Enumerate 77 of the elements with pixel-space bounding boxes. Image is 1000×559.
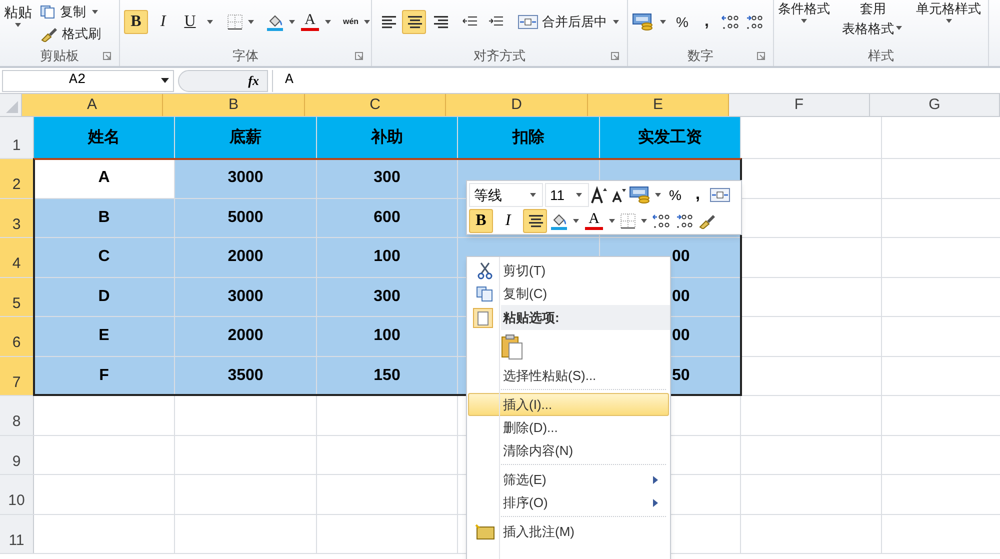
group-label: 对齐方式 [474,47,526,66]
row-header[interactable]: 10 [0,475,34,514]
format-painter-button[interactable]: 格式刷 [40,24,101,44]
table-format-button[interactable]: 表格格式 [842,18,904,38]
insert-function-button[interactable]: fx [178,70,268,92]
italic-button[interactable]: I [496,209,520,233]
font-name-field[interactable]: 等线 [469,183,543,207]
menu-item[interactable]: 插入批注(M) [468,520,669,543]
menu-section-header: 粘贴选项: [501,305,670,330]
table-cell: 2000 [175,317,317,356]
row-header[interactable]: 3 [0,198,34,237]
row-header[interactable]: 11 [0,514,34,553]
row-header[interactable]: 4 [0,238,34,276]
table-cell: 100 [317,238,458,276]
table-cell: 扣除 [458,117,600,158]
italic-button[interactable]: I [151,10,175,34]
font-color-button[interactable]: A [584,212,604,230]
phonetic-button[interactable]: wén [343,18,359,26]
comma-button[interactable]: , [696,10,717,34]
table-cell: 实发工资 [600,117,741,158]
percent-button[interactable]: % [665,184,686,206]
table-cell: 5000 [175,198,317,237]
menu-item[interactable]: 清除内容(N) [468,439,669,462]
table-cell: 300 [317,278,458,316]
bold-button[interactable]: B [469,209,493,233]
table-cell: 100 [317,317,458,356]
column-header[interactable]: B [163,94,305,116]
font-color-button[interactable]: A [300,13,320,31]
table-cell: F [34,356,175,395]
table-cell: 姓名 [34,117,175,158]
merge-center-button[interactable]: 合并后居中 [518,12,621,32]
column-header[interactable]: D [446,94,588,116]
font-size-field[interactable]: 11 [545,183,589,207]
table-cell: 3000 [175,278,317,316]
group-label: 字体 [232,47,258,66]
cell-styles-button[interactable]: 单元格样式 [916,0,981,22]
table-cell: B [34,198,175,237]
row-header[interactable]: 5 [0,278,34,316]
table-cell: 150 [317,356,458,395]
row-header[interactable]: 8 [0,396,34,434]
table-cell: 2000 [175,238,317,276]
column-header[interactable]: C [305,94,446,116]
table-format-label[interactable]: 套用 [860,0,886,18]
column-header[interactable]: F [729,94,870,116]
group-label: 样式 [868,47,894,66]
row-header[interactable]: 7 [0,356,34,395]
menu-item[interactable]: 筛选(E) [468,468,669,491]
group-label: 剪贴板 [40,47,79,66]
table-cell: 3000 [175,159,317,198]
table-cell: 600 [317,198,458,237]
menu-item[interactable]: 排序(O) [468,491,669,514]
menu-item[interactable]: 插入(I)... [468,393,669,416]
underline-button[interactable]: U [178,10,202,34]
row-header[interactable]: 6 [0,317,34,356]
menu-item[interactable]: 删除(D)... [468,416,669,439]
table-cell: 底薪 [175,117,317,158]
table-cell: C [34,238,175,276]
table-cell: D [34,278,175,316]
table-cell: E [34,317,175,356]
comma-button[interactable]: , [687,183,708,207]
copy-button[interactable]: 复制 [40,2,101,22]
column-header[interactable]: G [870,94,1000,116]
name-box[interactable]: A2 [2,70,174,92]
row-header[interactable]: 9 [0,436,34,474]
percent-button[interactable]: % [672,12,692,32]
row-header[interactable]: 2 [0,159,34,198]
row-header[interactable]: 1 [0,117,34,158]
group-label: 数字 [688,47,714,66]
bold-button[interactable]: B [124,10,148,34]
table-cell: 补助 [317,117,458,158]
table-cell: 300 [317,159,458,198]
formula-field[interactable]: A [272,70,998,92]
conditional-format-button[interactable]: 条件格式 [778,0,830,22]
column-header[interactable]: E [588,94,729,116]
paste-button[interactable]: 粘贴 [4,0,32,44]
table-cell: 3500 [175,356,317,395]
column-header[interactable]: A [22,94,163,116]
